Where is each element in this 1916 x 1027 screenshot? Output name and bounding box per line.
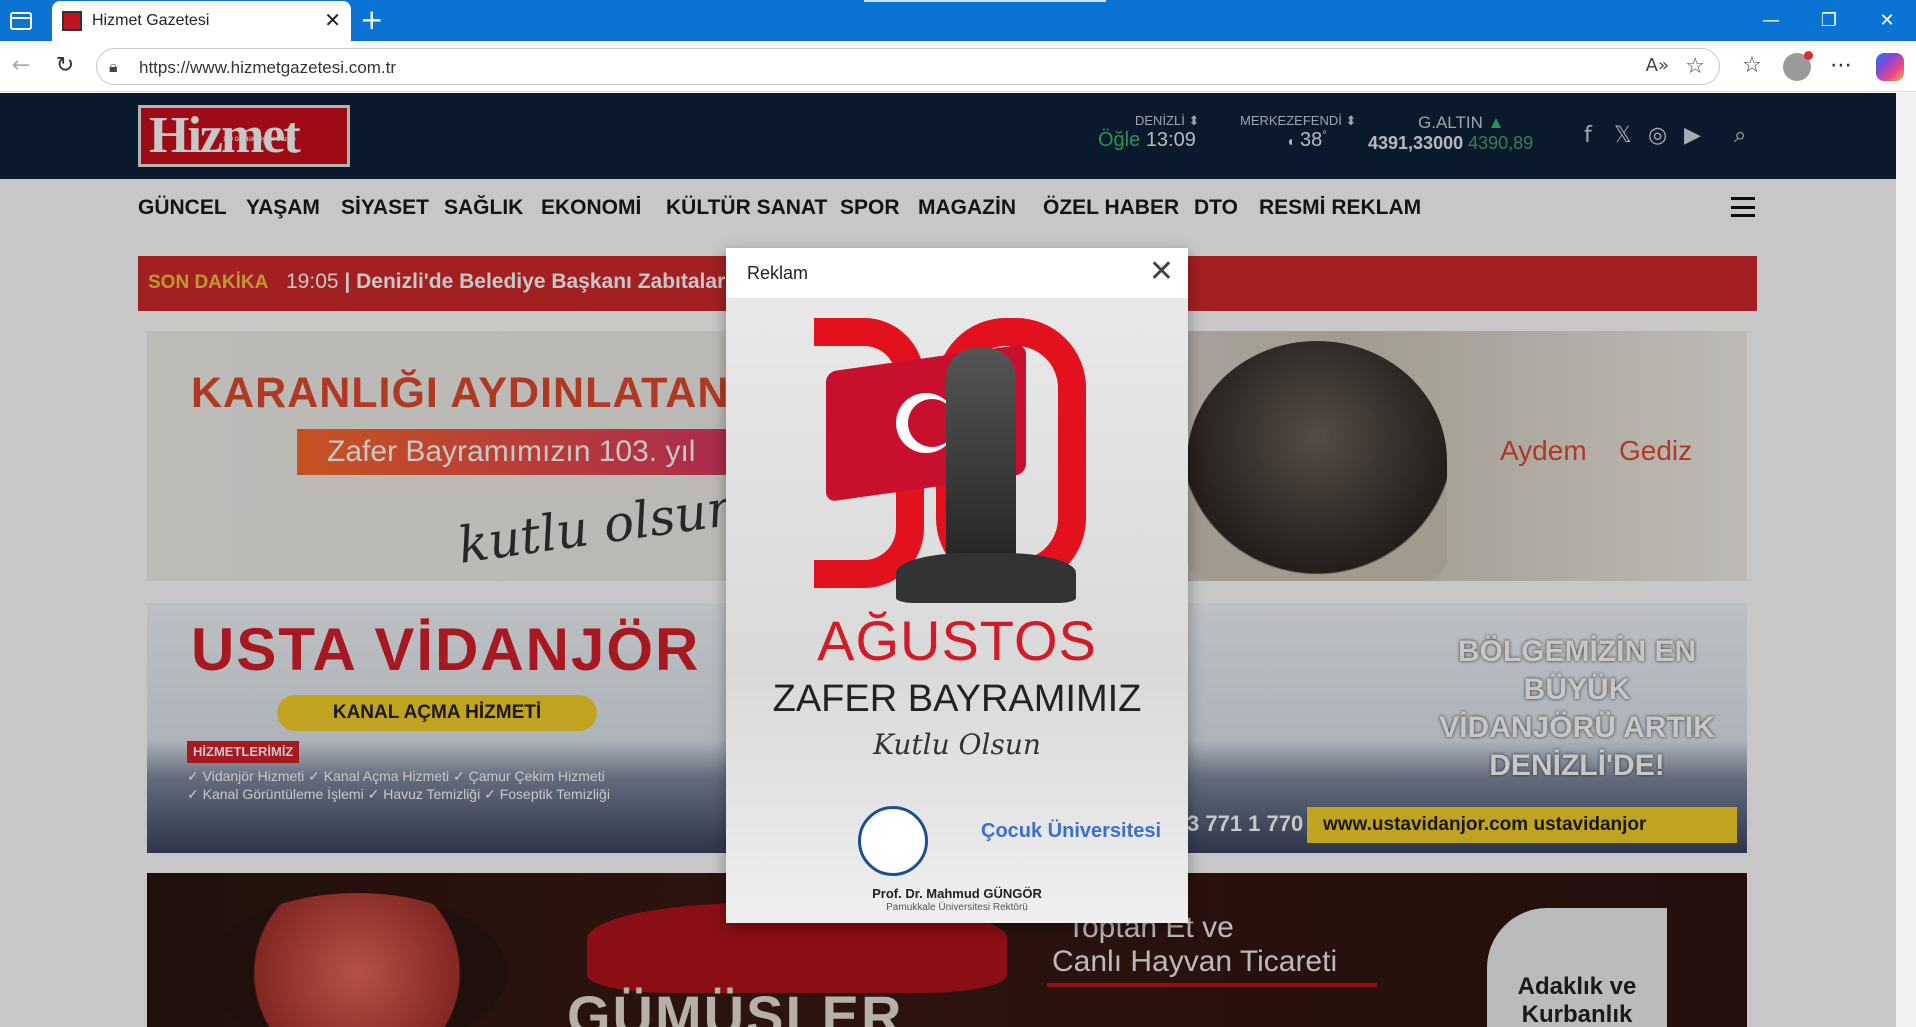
modal-close-icon[interactable]: ✕ <box>1149 254 1174 289</box>
ad-poster[interactable]: AĞUSTOS ZAFER BAYRAMIMIZ Kutlu Olsun Çoc… <box>726 298 1188 923</box>
university-seal-icon <box>858 806 928 876</box>
poster-holiday: ZAFER BAYRAMIMIZ <box>772 678 1142 720</box>
more-icon[interactable]: ⋯ <box>1826 51 1856 81</box>
poster-month: AĞUSTOS <box>817 609 1097 672</box>
back-icon[interactable]: ← <box>6 51 36 81</box>
read-aloud-icon[interactable]: A» <box>1646 55 1669 76</box>
favorites-icon[interactable]: ☆ <box>1737 51 1767 81</box>
poster-person: Prof. Dr. Mahmud GÜNGÖR <box>872 886 1042 901</box>
ad-modal: Reklam ✕ AĞUSTOS ZAFER BAYRAMIMIZ Kutlu … <box>726 248 1188 923</box>
cocuk-universitesi-logo: Çocuk Üniversitesi <box>981 820 1162 842</box>
refresh-icon[interactable]: ↻ <box>50 51 80 81</box>
modal-title: Reklam <box>747 263 809 283</box>
minimize-icon[interactable]: — <box>1742 0 1800 41</box>
profile-icon[interactable] <box>1783 51 1813 81</box>
soldier-statue-image <box>946 348 1016 578</box>
web-page: Hizmet 100 Günlük Siyasi Gazete DENİZLİ ⬍… <box>0 93 1916 1027</box>
star-icon[interactable]: ☆ <box>1685 54 1705 79</box>
restore-icon[interactable]: ❐ <box>1800 0 1858 41</box>
copilot-icon[interactable] <box>1876 53 1904 81</box>
new-tab-plus-icon[interactable]: + <box>360 4 383 36</box>
address-bar[interactable]: 🔒︎ https://www.hizmetgazetesi.com.tr A» … <box>96 48 1720 85</box>
browser-toolbar: ← ↻ 🔒︎ https://www.hizmetgazetesi.com.tr… <box>0 41 1916 92</box>
url-text[interactable]: https://www.hizmetgazetesi.com.tr <box>139 58 396 78</box>
poster-wish: Kutlu Olsun <box>873 728 1041 761</box>
tab-close-icon[interactable]: ✕ <box>324 8 341 32</box>
rock-image <box>896 553 1076 603</box>
browser-titlebar: Hizmet Gazetesi ✕ + — ❐ ✕ <box>0 0 1916 41</box>
window-close-icon[interactable]: ✕ <box>1858 0 1916 41</box>
poster-role: Pamukkale Üniversitesi Rektörü <box>886 902 1028 913</box>
browser-tab[interactable]: Hizmet Gazetesi ✕ <box>52 1 351 41</box>
site-favicon-icon <box>62 11 82 31</box>
sidebar-icon[interactable] <box>10 12 32 30</box>
lock-icon[interactable]: 🔒︎ <box>109 57 118 77</box>
drag-handle <box>864 0 1106 2</box>
scrollbar[interactable] <box>1896 93 1916 1027</box>
tab-title: Hizmet Gazetesi <box>92 12 210 29</box>
